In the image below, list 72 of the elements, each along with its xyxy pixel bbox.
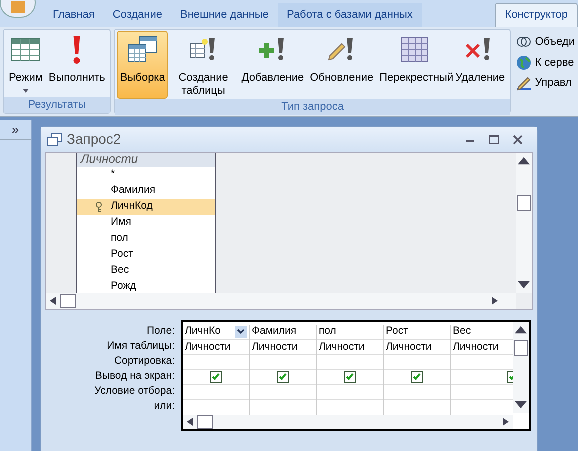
scroll-right-icon[interactable] [503, 418, 509, 426]
checkbox[interactable] [411, 371, 423, 383]
ribbon-button[interactable]: Обновление [307, 31, 377, 99]
ribbon-button[interactable]: Удаление [452, 31, 508, 99]
scroll-thumb[interactable] [517, 195, 531, 211]
table-cell: Личности [250, 340, 316, 355]
close-icon[interactable] [513, 134, 523, 144]
row-label: Вывод на экран: [95, 369, 175, 384]
row-label: Условие отбора: [94, 384, 175, 399]
ribbon-tab[interactable]: Главная [44, 3, 104, 27]
checkbox[interactable] [210, 371, 222, 383]
group-title: Тип запроса [115, 99, 510, 115]
scroll-down-icon[interactable] [515, 401, 527, 409]
ribbon-tab[interactable]: Создание [104, 3, 172, 27]
scroll-left-icon[interactable] [187, 418, 193, 426]
field-item[interactable]: Фамилия [77, 183, 215, 199]
row-label: Сортировка: [114, 354, 175, 369]
field-item[interactable]: ЛичнКод [77, 199, 215, 215]
row-label: Поле: [146, 324, 175, 339]
field-item[interactable]: Рожд [77, 279, 215, 293]
ribbon-small-button[interactable]: Объеди [516, 34, 575, 50]
ribbon-button[interactable]: Выборка [117, 31, 168, 99]
ribbon-small-button[interactable]: К серве [516, 54, 575, 71]
expand-button[interactable]: » [0, 120, 31, 140]
scroll-down-icon[interactable] [518, 281, 530, 289]
globe-icon [516, 54, 532, 71]
group-title: Результаты [4, 97, 110, 113]
key-icon [95, 202, 103, 212]
window-title: Запрос2 [67, 130, 122, 149]
row-label: Имя таблицы: [107, 339, 175, 354]
ribbon-button[interactable]: Перекрестный [376, 31, 453, 99]
scroll-thumb[interactable] [514, 340, 528, 356]
field-item[interactable]: * [77, 167, 215, 183]
scroll-right-icon[interactable] [492, 297, 498, 305]
exclamation-icon [73, 36, 82, 64]
ribbon-small-button[interactable]: Управл [516, 75, 575, 92]
scroll-thumb[interactable] [60, 294, 76, 308]
scroll-up-icon[interactable] [518, 157, 530, 165]
table-cell: Личности [317, 340, 383, 355]
scroll-left-icon[interactable] [50, 297, 56, 305]
caret-icon [22, 89, 29, 93]
ribbon-tab[interactable]: Внешние данные [172, 3, 278, 27]
field-item[interactable]: Имя [77, 215, 215, 231]
row-label: или: [154, 399, 175, 414]
horizontal-scrollbar[interactable] [183, 415, 513, 429]
vertical-scrollbar[interactable] [516, 153, 532, 293]
pencil-icon [516, 75, 532, 92]
ribbon-tab[interactable]: Работа с базами данных [278, 3, 422, 27]
field-item[interactable]: пол [77, 231, 215, 247]
field-cell[interactable]: Рост [384, 325, 450, 340]
ribbon-button[interactable]: Добавление [238, 31, 308, 99]
checkbox[interactable] [277, 371, 289, 383]
field-cell[interactable]: пол [317, 325, 383, 340]
table-title: Личности [77, 153, 215, 167]
field-cell[interactable]: Фамилия [250, 325, 316, 340]
field-item[interactable]: Вес [77, 263, 215, 279]
ribbon-tab[interactable]: Конструктор [495, 3, 578, 27]
horizontal-scrollbar[interactable] [46, 293, 516, 309]
ribbon-button[interactable]: Режим [6, 31, 46, 97]
query-icon [47, 132, 63, 146]
maximize-icon[interactable] [489, 134, 499, 144]
field-cell[interactable]: ЛичнКо [183, 325, 249, 340]
field-item[interactable]: Рост [77, 247, 215, 263]
scroll-thumb[interactable] [197, 415, 213, 429]
ribbon-button[interactable]: Выполнить [46, 31, 108, 97]
table-cell: Личности [384, 340, 450, 355]
checkbox[interactable] [344, 371, 356, 383]
scroll-up-icon[interactable] [515, 326, 527, 334]
dropdown-icon[interactable] [235, 326, 247, 338]
table-cell: Личности [183, 340, 249, 355]
ribbon-button[interactable]: Создание таблицы [168, 31, 239, 99]
vertical-scrollbar[interactable] [513, 322, 529, 413]
